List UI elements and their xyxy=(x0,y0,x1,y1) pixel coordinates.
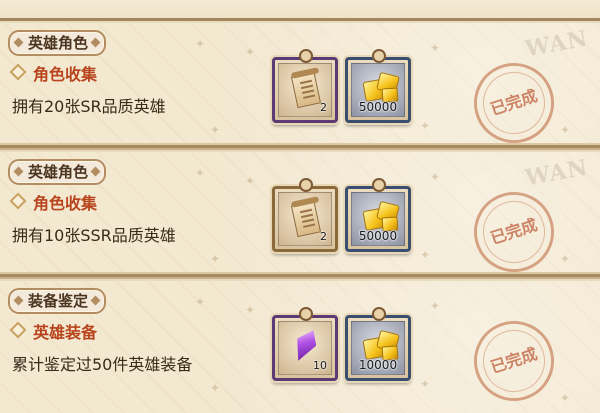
hanging-ring-icon xyxy=(372,178,386,192)
tag-diamond-right-icon xyxy=(90,37,101,48)
reward-quantity: 2 xyxy=(320,230,327,243)
reward-quantity: 50000 xyxy=(358,100,398,114)
task-category-label: 英雄角色 xyxy=(28,34,89,52)
task-category-label: 英雄角色 xyxy=(28,163,89,181)
task-description: 累计鉴定过50件英雄装备 xyxy=(12,355,193,374)
task-card[interactable]: ✦✦ ✦✦ ✦✦ WAN 英雄角色 角色收集 拥有10张SSR品质英雄 2 xyxy=(0,150,600,277)
reward-slot[interactable]: 50000 xyxy=(345,178,411,252)
task-subtitle: 角色收集 xyxy=(9,61,98,85)
task-description: 拥有20张SR品质英雄 xyxy=(12,97,166,116)
reward-slot[interactable]: 2 xyxy=(272,178,338,252)
tag-diamond-right-icon xyxy=(90,166,101,177)
gold-icon xyxy=(360,70,400,104)
task-category-tag: 装备鉴定 xyxy=(8,288,107,314)
task-subtitle: 角色收集 xyxy=(9,190,98,214)
diamond-bullet-icon xyxy=(9,192,27,210)
task-subtitle-label: 角色收集 xyxy=(33,194,98,213)
watermark-text: WAN xyxy=(523,154,591,192)
scroll-icon xyxy=(290,67,322,109)
task-subtitle: 英雄装备 xyxy=(9,319,98,343)
reward-quantity: 10 xyxy=(313,359,327,372)
hanging-ring-icon xyxy=(299,49,313,63)
hanging-ring-icon xyxy=(372,49,386,63)
hanging-ring-icon xyxy=(299,307,313,321)
hanging-ring-icon xyxy=(299,178,313,192)
completed-stamp: 已完成 xyxy=(463,310,565,412)
reward-slot[interactable]: 2 xyxy=(272,49,338,123)
tag-diamond-right-icon xyxy=(90,295,101,306)
gold-icon xyxy=(360,328,400,362)
task-subtitle-label: 角色收集 xyxy=(33,65,98,84)
hanging-ring-icon xyxy=(372,307,386,321)
diamond-bullet-icon xyxy=(9,63,27,81)
reward-slot[interactable]: 10000 xyxy=(345,307,411,381)
task-subtitle-label: 英雄装备 xyxy=(33,323,98,342)
gold-icon xyxy=(360,199,400,233)
task-card[interactable]: ✦✦ ✦✦ ✦✦ WAN 英雄角色 角色收集 拥有20张SR品质英雄 2 xyxy=(0,21,600,148)
completed-stamp: 已完成 xyxy=(463,52,565,145)
scroll-icon xyxy=(290,196,322,238)
tag-diamond-left-icon xyxy=(13,37,24,48)
task-list: ✦✦ ✦✦ ✦✦ WAN 英雄角色 角色收集 拥有20张SR品质英雄 2 xyxy=(0,0,600,413)
task-category-label: 装备鉴定 xyxy=(28,292,89,310)
reward-slot[interactable]: 10 xyxy=(272,307,338,381)
task-description: 拥有10张SSR品质英雄 xyxy=(12,226,176,245)
tag-diamond-left-icon xyxy=(13,295,24,306)
task-card[interactable]: ✦ ✦ ✦ ✦ ✦ ✦ 装备鉴定 英雄装备 累计鉴定过50件英雄装备 10 10… xyxy=(0,279,600,413)
diamond-bullet-icon xyxy=(9,321,27,339)
task-category-tag: 英雄角色 xyxy=(8,30,107,56)
completed-stamp: 已完成 xyxy=(463,181,565,274)
previous-task-card-edge xyxy=(0,0,600,21)
watermark-text: WAN xyxy=(523,25,591,63)
reward-quantity: 2 xyxy=(320,101,327,114)
tag-diamond-left-icon xyxy=(13,166,24,177)
reward-quantity: 50000 xyxy=(358,229,398,243)
reward-quantity: 10000 xyxy=(358,358,398,372)
reward-slot[interactable]: 50000 xyxy=(345,49,411,123)
task-category-tag: 英雄角色 xyxy=(8,159,107,185)
